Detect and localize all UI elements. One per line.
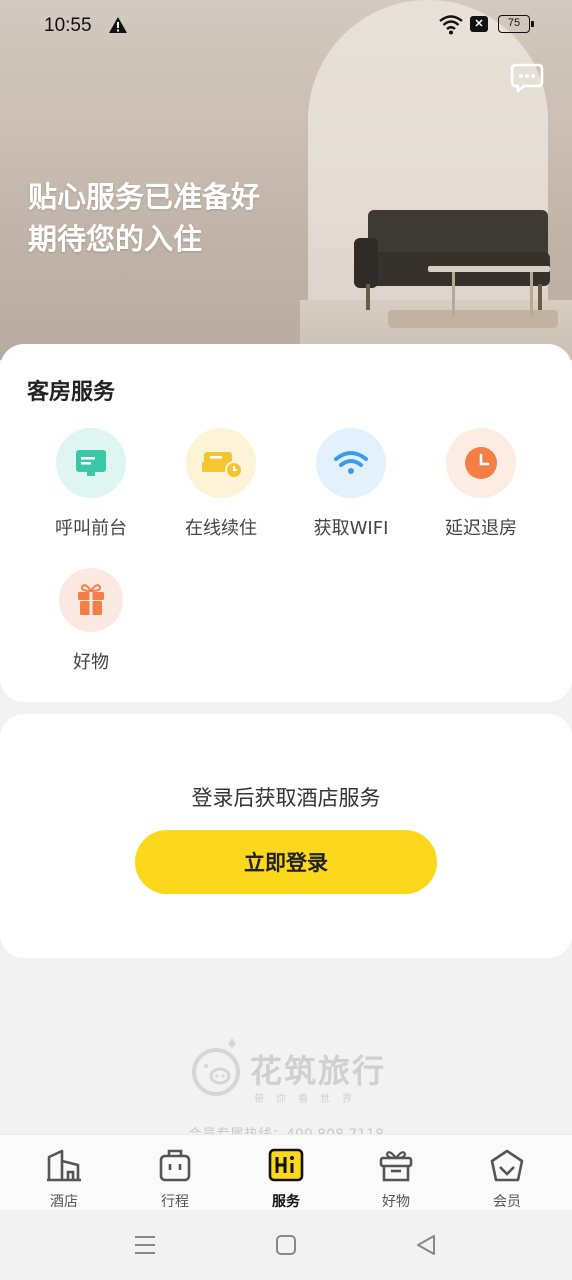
warning-icon bbox=[109, 17, 127, 33]
brand-logo-icon bbox=[192, 1038, 240, 1096]
room-services-title: 客房服务 bbox=[27, 380, 116, 405]
service-get-wifi[interactable]: 获取WIFI bbox=[286, 428, 416, 540]
tab-label: 服务 bbox=[272, 1194, 300, 1210]
gift-box-icon bbox=[379, 1151, 413, 1182]
tab-hotel[interactable]: 酒店 bbox=[19, 1147, 109, 1211]
tab-label: 好物 bbox=[382, 1194, 410, 1210]
service-extend-stay[interactable]: 在线续住 bbox=[156, 428, 286, 540]
hero-banner: 贴心服务已准备好 期待您的入住 bbox=[0, 0, 572, 360]
tab-service[interactable]: 服务 bbox=[241, 1147, 331, 1211]
brand-watermark: 花筑旅行 带你看世界 bbox=[190, 1036, 390, 1116]
hero-title: 贴心服务已准备好 期待您的入住 bbox=[28, 176, 260, 260]
message-icon[interactable] bbox=[510, 62, 544, 94]
menu-icon[interactable] bbox=[133, 1234, 157, 1256]
extend-stay-icon bbox=[186, 428, 256, 498]
luggage-icon bbox=[159, 1149, 191, 1182]
data-off-icon: ✕ bbox=[470, 16, 488, 32]
service-label: 好物 bbox=[73, 652, 109, 673]
front-desk-icon bbox=[56, 428, 126, 498]
login-card: 登录后获取酒店服务 立即登录 bbox=[0, 714, 572, 958]
brand-tagline: 带你看世界 bbox=[254, 1094, 364, 1105]
hotel-icon bbox=[47, 1149, 81, 1182]
status-bar: 10:55 ✕ 75 bbox=[0, 0, 572, 52]
service-call-front-desk[interactable]: 呼叫前台 bbox=[26, 428, 156, 540]
bottom-tab-bar: 酒店 行程 服务 好物 会员 bbox=[0, 1134, 572, 1210]
room-services-card: 客房服务 呼叫前台 在线续住 获取WIFI 延迟退房 好物 bbox=[0, 344, 572, 702]
tab-member[interactable]: 会员 bbox=[462, 1147, 552, 1211]
home-icon[interactable] bbox=[275, 1234, 297, 1256]
tab-trip[interactable]: 行程 bbox=[130, 1147, 220, 1211]
tab-goods[interactable]: 好物 bbox=[351, 1147, 441, 1211]
system-nav-bar bbox=[0, 1210, 572, 1280]
service-label: 获取WIFI bbox=[313, 518, 389, 539]
hi-service-icon bbox=[268, 1148, 304, 1182]
wifi-icon bbox=[316, 428, 386, 498]
tab-label: 会员 bbox=[493, 1194, 521, 1210]
service-label: 呼叫前台 bbox=[55, 518, 127, 539]
service-goods[interactable]: 好物 bbox=[26, 568, 156, 674]
hero-title-line1: 贴心服务已准备好 bbox=[28, 180, 261, 214]
gift-icon bbox=[59, 568, 123, 632]
hero-title-line2: 期待您的入住 bbox=[28, 222, 203, 256]
brand-name: 花筑旅行 bbox=[250, 1052, 387, 1090]
service-late-checkout[interactable]: 延迟退房 bbox=[416, 428, 546, 540]
back-icon[interactable] bbox=[415, 1234, 437, 1256]
login-button[interactable]: 立即登录 bbox=[135, 830, 437, 894]
login-prompt: 登录后获取酒店服务 bbox=[191, 786, 381, 810]
member-basket-icon bbox=[490, 1149, 524, 1182]
service-label: 延迟退房 bbox=[445, 518, 517, 539]
tab-label: 酒店 bbox=[50, 1194, 78, 1210]
wifi-status-icon bbox=[439, 15, 463, 35]
clock-icon bbox=[446, 428, 516, 498]
status-time: 10:55 bbox=[44, 15, 92, 36]
tab-label: 行程 bbox=[161, 1194, 189, 1210]
battery-indicator: 75 bbox=[498, 15, 530, 33]
service-label: 在线续住 bbox=[185, 518, 257, 539]
